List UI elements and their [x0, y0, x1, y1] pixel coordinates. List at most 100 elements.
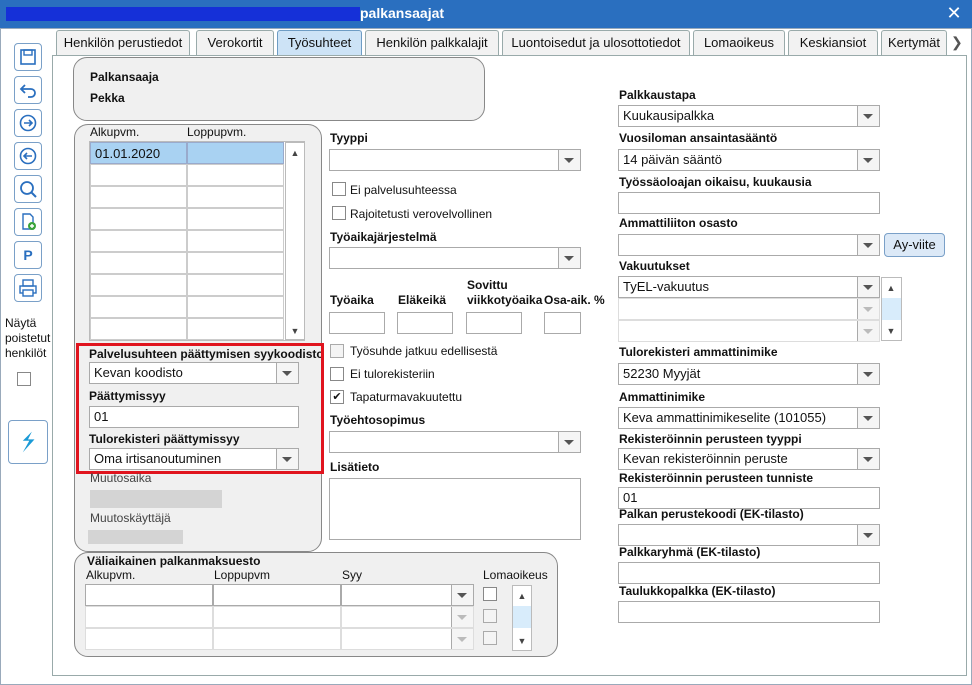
scroll-thumb[interactable]	[882, 298, 901, 320]
worktime-system-select[interactable]	[329, 247, 581, 269]
grid-cell[interactable]	[90, 186, 187, 208]
grid-cell[interactable]	[187, 274, 284, 296]
tab-verokortit[interactable]: Verokortit	[196, 30, 274, 56]
continues-checkbox[interactable]	[330, 344, 344, 358]
undo-icon[interactable]	[14, 76, 42, 104]
temp-end-field[interactable]	[213, 584, 341, 606]
grid-cell[interactable]	[90, 318, 187, 340]
pay-method-select[interactable]: Kuukausipalkka	[618, 105, 880, 127]
show-deleted-checkbox[interactable]	[17, 372, 31, 386]
pay-basis-code-select[interactable]	[618, 524, 880, 546]
chevron-down-icon	[863, 416, 873, 421]
union-select[interactable]	[618, 234, 880, 256]
temp-reason-select[interactable]	[341, 584, 474, 606]
temp-reason-select-3[interactable]	[341, 628, 474, 650]
pay-group-field[interactable]	[618, 562, 880, 584]
grid-cell[interactable]	[187, 186, 284, 208]
title-bar: palkansaajat ✕	[0, 0, 972, 28]
insurance-select-3[interactable]	[618, 320, 880, 342]
grid-cell[interactable]	[90, 274, 187, 296]
temp-holiday-checkbox-2[interactable]	[483, 609, 497, 623]
temp-start-field[interactable]	[85, 584, 213, 606]
agreed-weekly-field[interactable]	[466, 312, 522, 334]
save-icon[interactable]	[14, 43, 42, 71]
close-icon[interactable]: ✕	[944, 3, 964, 23]
payee-panel: Palkansaaja Pekka	[73, 57, 485, 121]
collective-select[interactable]	[329, 431, 581, 453]
grid-cell[interactable]	[90, 208, 187, 230]
temp-end-field-2[interactable]	[213, 606, 341, 628]
temp-reason-select-2[interactable]	[341, 606, 474, 628]
grid-cell[interactable]	[90, 230, 187, 252]
no-income-reg-checkbox[interactable]	[330, 367, 344, 381]
pay-basis-code-label: Palkan perustekoodi (EK-tilasto)	[619, 507, 804, 521]
grid-cell[interactable]	[187, 318, 284, 340]
pay-method-value: Kuukausipalkka	[623, 108, 715, 123]
income-title-select[interactable]: 52230 Myyjät	[618, 363, 880, 385]
insurance-scrollbar[interactable]: ▲ ▼	[881, 277, 902, 341]
pay-group-label: Palkkaryhmä (EK-tilasto)	[619, 545, 761, 559]
scroll-down-icon[interactable]: ▼	[883, 323, 899, 339]
grid-cell[interactable]	[90, 164, 187, 186]
tab-kertymat[interactable]: Kertymät	[881, 30, 947, 56]
tab-keskiansiot[interactable]: Keskiansiot	[788, 30, 878, 56]
holiday-rule-select[interactable]: 14 päivän sääntö	[618, 149, 880, 171]
print-icon[interactable]	[14, 274, 42, 302]
app-logo-icon[interactable]	[8, 420, 48, 464]
temp-start-field-2[interactable]	[85, 606, 213, 628]
scroll-up-icon[interactable]: ▲	[514, 588, 530, 604]
job-title-select[interactable]: Keva ammattinimikeselite (101055)	[618, 407, 880, 429]
grid-cell[interactable]	[187, 164, 284, 186]
payee-name: Pekka	[90, 91, 125, 105]
table-pay-field[interactable]	[618, 601, 880, 623]
insurance-select[interactable]: TyEL-vakuutus	[618, 276, 880, 298]
ay-viite-button[interactable]: Ay-viite	[884, 233, 945, 257]
grid-cell[interactable]	[187, 296, 284, 318]
grid-cell[interactable]	[90, 252, 187, 274]
insurance-select-2[interactable]	[618, 298, 880, 320]
scroll-up-icon[interactable]: ▲	[883, 280, 899, 296]
search-icon[interactable]	[14, 175, 42, 203]
previous-icon[interactable]	[14, 142, 42, 170]
temp-end-field-3[interactable]	[213, 628, 341, 650]
add-document-icon[interactable]	[14, 208, 42, 236]
temp-start-field-3[interactable]	[85, 628, 213, 650]
reg-basis-type-select[interactable]: Kevan rekisteröinnin peruste	[618, 448, 880, 470]
scroll-down-icon[interactable]: ▼	[514, 633, 530, 649]
scroll-up-icon[interactable]: ▲	[287, 145, 303, 161]
employer-right-field[interactable]	[618, 192, 880, 214]
additional-textarea[interactable]	[329, 478, 581, 540]
period-row-end[interactable]	[187, 142, 284, 164]
p-icon[interactable]: P	[14, 241, 42, 269]
tab-henkilon-perustiedot[interactable]: Henkilön perustiedot	[56, 30, 190, 56]
limited-tax-checkbox[interactable]	[332, 206, 346, 220]
chevron-down-icon	[863, 533, 873, 538]
part-time-field[interactable]	[544, 312, 581, 334]
grid-cell[interactable]	[187, 208, 284, 230]
worktime-field[interactable]	[329, 312, 385, 334]
tab-henkilon-palkkalajit[interactable]: Henkilön palkkalajit	[365, 30, 499, 56]
grid-cell[interactable]	[187, 230, 284, 252]
agreed-weekly-label-2: viikkotyöaika	[467, 293, 543, 307]
temp-holiday-checkbox-3[interactable]	[483, 631, 497, 645]
pension-age-field[interactable]	[397, 312, 453, 334]
tab-tyosuhteet[interactable]: Työsuhteet	[277, 30, 362, 56]
accident-ins-checkbox[interactable]: ✔	[330, 390, 344, 404]
temp-scrollbar[interactable]: ▲ ▼	[512, 585, 532, 651]
type-select[interactable]	[329, 149, 581, 171]
reg-basis-type-label: Rekisteröinnin perusteen tyyppi	[619, 432, 802, 446]
scroll-down-icon[interactable]: ▼	[287, 323, 303, 339]
tabs-scroll-right-icon[interactable]: ❯	[951, 34, 963, 51]
next-icon[interactable]	[14, 109, 42, 137]
period-scrollbar[interactable]: ▲ ▼	[285, 142, 305, 340]
tab-lomaoikeus[interactable]: Lomaoikeus	[693, 30, 785, 56]
period-row-start[interactable]: 01.01.2020	[90, 142, 187, 164]
reg-basis-id-field[interactable]: 01	[618, 487, 880, 509]
scroll-thumb[interactable]	[513, 606, 531, 628]
temp-holiday-checkbox[interactable]	[483, 587, 497, 601]
grid-cell[interactable]	[187, 252, 284, 274]
not-employment-checkbox[interactable]	[332, 182, 346, 196]
grid-cell[interactable]	[90, 296, 187, 318]
show-deleted-label: Näytä poistetut henkilöt	[5, 316, 51, 360]
tab-luontoisedut[interactable]: Luontoisedut ja ulosottotiedot	[502, 30, 690, 56]
